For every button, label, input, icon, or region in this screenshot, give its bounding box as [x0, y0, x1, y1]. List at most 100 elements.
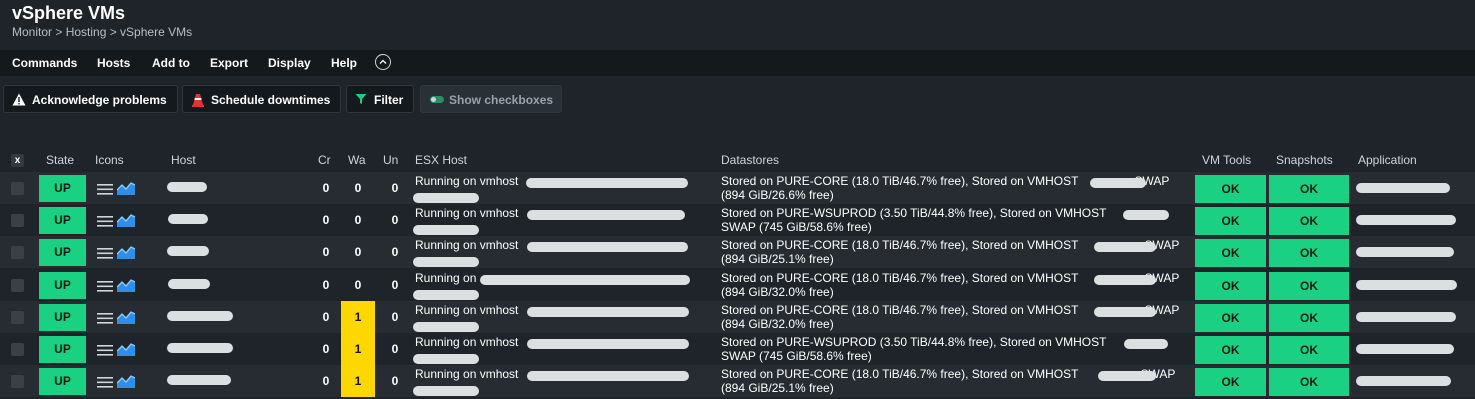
- state-badge[interactable]: UP: [39, 207, 86, 234]
- unknown-count[interactable]: 0: [386, 301, 404, 333]
- acknowledge-problems-button[interactable]: Acknowledge problems: [3, 85, 178, 113]
- table-row[interactable]: UP 0 0 0 Running on vmhost Stored on PUR…: [0, 204, 1475, 236]
- snapshots-status[interactable]: OK: [1269, 175, 1349, 203]
- unknown-count[interactable]: 0: [386, 204, 404, 236]
- crit-count[interactable]: 0: [317, 333, 335, 365]
- row-checkbox[interactable]: [11, 311, 24, 324]
- menu-hosts[interactable]: Hosts: [97, 56, 130, 70]
- menu-icon[interactable]: [97, 311, 113, 325]
- graph-icon[interactable]: [117, 278, 135, 292]
- snapshots-status[interactable]: OK: [1269, 304, 1349, 332]
- state-badge[interactable]: UP: [39, 304, 86, 331]
- warn-count[interactable]: 0: [341, 204, 375, 236]
- row-checkbox[interactable]: [11, 375, 24, 388]
- col-application[interactable]: Application: [1358, 153, 1417, 167]
- snapshots-status[interactable]: OK: [1269, 336, 1349, 364]
- menu-icon[interactable]: [97, 343, 113, 357]
- table-row[interactable]: UP 0 0 0 Running on vmhost Stored on PUR…: [0, 172, 1475, 204]
- graph-icon[interactable]: [117, 181, 135, 195]
- menu-export[interactable]: Export: [210, 56, 248, 70]
- col-snapshots[interactable]: Snapshots: [1276, 153, 1333, 167]
- warn-count[interactable]: 0: [341, 269, 375, 301]
- row-checkbox[interactable]: [11, 279, 24, 292]
- state-badge[interactable]: UP: [39, 272, 86, 299]
- crit-count[interactable]: 0: [317, 301, 335, 333]
- host-link-redacted[interactable]: [167, 311, 233, 321]
- col-cr[interactable]: Cr: [318, 153, 331, 167]
- menu-icon[interactable]: [97, 279, 113, 293]
- menu-display[interactable]: Display: [268, 56, 311, 70]
- breadcrumb[interactable]: Monitor > Hosting > vSphere VMs: [12, 25, 192, 39]
- col-state[interactable]: State: [46, 153, 74, 167]
- crit-count[interactable]: 0: [317, 204, 335, 236]
- row-checkbox[interactable]: [11, 214, 24, 227]
- col-host[interactable]: Host: [171, 153, 196, 167]
- snapshots-status[interactable]: OK: [1269, 272, 1349, 300]
- menu-commands[interactable]: Commands: [12, 56, 77, 70]
- warn-count[interactable]: 1: [341, 365, 375, 397]
- host-link-redacted[interactable]: [168, 279, 210, 289]
- crit-count[interactable]: 0: [317, 172, 335, 204]
- graph-icon[interactable]: [117, 310, 135, 324]
- unknown-count[interactable]: 0: [386, 172, 404, 204]
- show-checkboxes-button[interactable]: Show checkboxes: [420, 85, 562, 113]
- crit-count[interactable]: 0: [317, 365, 335, 397]
- vm-tools-status[interactable]: OK: [1195, 272, 1266, 300]
- unknown-count[interactable]: 0: [386, 236, 404, 268]
- col-esx-host[interactable]: ESX Host: [415, 153, 467, 167]
- unknown-count[interactable]: 0: [386, 333, 404, 365]
- vm-tools-status[interactable]: OK: [1195, 368, 1266, 396]
- vm-tools-status[interactable]: OK: [1195, 336, 1266, 364]
- menu-add-to[interactable]: Add to: [152, 56, 190, 70]
- menu-icon[interactable]: [97, 182, 113, 196]
- menu-icon[interactable]: [97, 246, 113, 260]
- host-link-redacted[interactable]: [168, 214, 208, 224]
- vm-tools-status[interactable]: OK: [1195, 207, 1266, 235]
- schedule-downtimes-button[interactable]: Schedule downtimes: [182, 85, 341, 113]
- table-row[interactable]: UP 0 1 0 Running on vmhost Stored on PUR…: [0, 301, 1475, 333]
- col-wa[interactable]: Wa: [348, 153, 366, 167]
- col-datastores[interactable]: Datastores: [721, 153, 779, 167]
- collapse-menu-button[interactable]: [375, 54, 391, 70]
- table-row[interactable]: UP 0 1 0 Running on vmhost Stored on PUR…: [0, 365, 1475, 397]
- col-vm-tools[interactable]: VM Tools: [1202, 153, 1251, 167]
- graph-icon[interactable]: [117, 342, 135, 356]
- select-all-toggle[interactable]: x: [11, 154, 24, 167]
- row-checkbox[interactable]: [11, 343, 24, 356]
- vm-tools-status[interactable]: OK: [1195, 304, 1266, 332]
- state-badge[interactable]: UP: [39, 336, 86, 363]
- menu-help[interactable]: Help: [331, 56, 357, 70]
- unknown-count[interactable]: 0: [386, 365, 404, 397]
- graph-icon[interactable]: [117, 245, 135, 259]
- state-badge[interactable]: UP: [39, 175, 86, 202]
- menu-icon[interactable]: [97, 375, 113, 389]
- vm-tools-status[interactable]: OK: [1195, 239, 1266, 267]
- col-un[interactable]: Un: [383, 153, 398, 167]
- table-row[interactable]: UP 0 0 0 Running on vmhost Stored on PUR…: [0, 236, 1475, 268]
- row-checkbox[interactable]: [11, 246, 24, 259]
- warn-count[interactable]: 0: [341, 236, 375, 268]
- snapshots-status[interactable]: OK: [1269, 239, 1349, 267]
- table-row[interactable]: UP 0 1 0 Running on vmhost Stored on PUR…: [0, 333, 1475, 365]
- host-link-redacted[interactable]: [167, 246, 209, 256]
- row-checkbox[interactable]: [11, 182, 24, 195]
- snapshots-status[interactable]: OK: [1269, 368, 1349, 396]
- unknown-count[interactable]: 0: [386, 269, 404, 301]
- crit-count[interactable]: 0: [317, 236, 335, 268]
- warn-count[interactable]: 1: [341, 301, 375, 333]
- menu-icon[interactable]: [97, 214, 113, 228]
- graph-icon[interactable]: [117, 374, 135, 388]
- graph-icon[interactable]: [117, 213, 135, 227]
- table-row[interactable]: UP 0 0 0 Running on Stored on PURE-CORE …: [0, 269, 1475, 301]
- vm-tools-status[interactable]: OK: [1195, 175, 1266, 203]
- state-badge[interactable]: UP: [39, 239, 86, 266]
- state-badge[interactable]: UP: [39, 368, 86, 395]
- warn-count[interactable]: 1: [341, 333, 375, 365]
- host-link-redacted[interactable]: [167, 182, 207, 192]
- snapshots-status[interactable]: OK: [1269, 207, 1349, 235]
- host-link-redacted[interactable]: [167, 375, 231, 385]
- host-link-redacted[interactable]: [167, 343, 233, 353]
- filter-button[interactable]: Filter: [346, 85, 414, 113]
- warn-count[interactable]: 0: [341, 172, 375, 204]
- crit-count[interactable]: 0: [317, 269, 335, 301]
